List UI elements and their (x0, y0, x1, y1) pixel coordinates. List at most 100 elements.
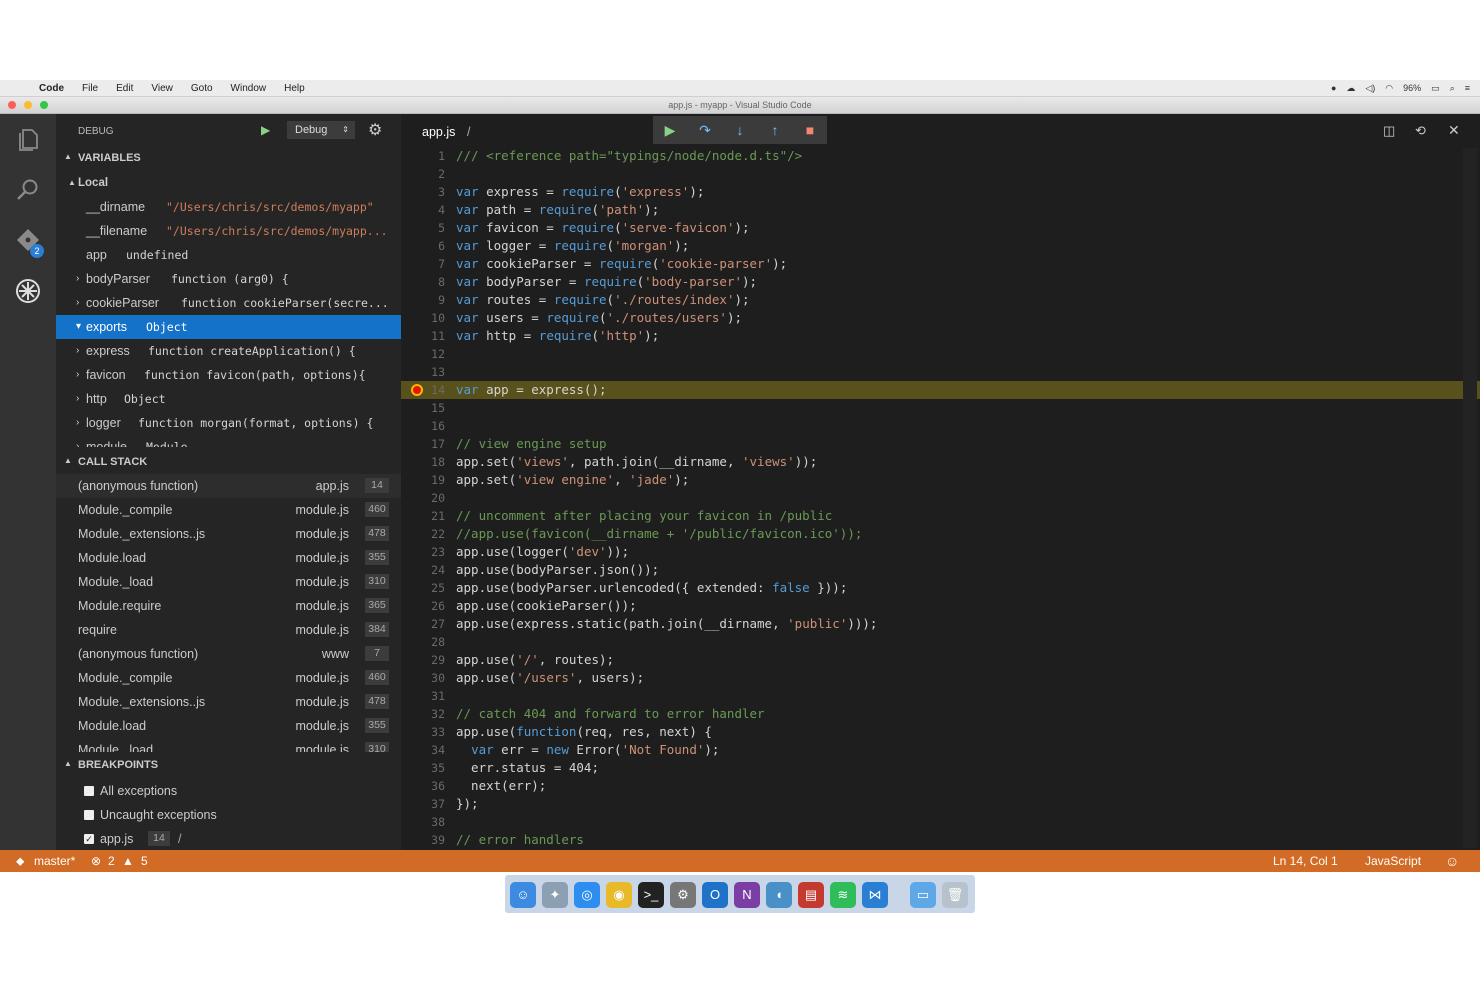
variable-row[interactable]: › module Module (56, 435, 401, 447)
code-line[interactable]: 9 var routes = require('./routes/index'); (401, 291, 1480, 309)
breakpoint-item[interactable]: Uncaught exceptions (56, 803, 401, 827)
breakpoint-checkbox[interactable] (84, 810, 94, 820)
vscode-icon[interactable]: ⋈ (862, 882, 888, 908)
start-debug-icon[interactable]: ▶ (261, 123, 270, 137)
status-icon[interactable]: ● (1331, 83, 1336, 93)
code-line[interactable]: 32 // catch 404 and forward to error hand… (401, 705, 1480, 723)
code-line[interactable]: 6 var logger = require('morgan'); (401, 237, 1480, 255)
volume-icon[interactable]: ◁) (1365, 83, 1375, 94)
code-line[interactable]: 29 app.use('/', routes); (401, 651, 1480, 669)
code-line[interactable]: 16 (401, 417, 1480, 435)
minimize-window-icon[interactable] (24, 101, 32, 109)
code-line[interactable]: 2 (401, 165, 1480, 183)
code-line[interactable]: 17 // view engine setup (401, 435, 1480, 453)
code-line[interactable]: 20 (401, 489, 1480, 507)
breakpoint-checkbox[interactable] (84, 786, 94, 796)
code-line[interactable]: 33 app.use(function(req, res, next) { (401, 723, 1480, 741)
callstack-frame[interactable]: require module.js 384 (56, 618, 401, 642)
variable-row[interactable]: app undefined (56, 243, 401, 267)
code-line[interactable]: 4 var path = require('path'); (401, 201, 1480, 219)
code-line[interactable]: 12 (401, 345, 1480, 363)
explorer-icon[interactable] (14, 128, 42, 156)
menu-help[interactable]: Help (275, 83, 314, 94)
error-count[interactable]: 2 (108, 850, 115, 872)
code-line[interactable]: 31 (401, 687, 1480, 705)
menu-goto[interactable]: Goto (182, 83, 222, 94)
battery-label[interactable]: 96% (1403, 83, 1421, 93)
breakpoints-section-header[interactable]: ▲ BREAKPOINTS (56, 759, 401, 779)
language-mode[interactable]: JavaScript (1365, 850, 1421, 872)
code-line[interactable]: 19 app.set('view engine', 'jade'); (401, 471, 1480, 489)
code-line[interactable]: 26 app.use(cookieParser()); (401, 597, 1480, 615)
scrollbar[interactable] (1463, 148, 1477, 848)
variable-row[interactable]: ▾ exports Object (56, 315, 401, 339)
menu-view[interactable]: View (142, 83, 182, 94)
code-line[interactable]: 11 var http = require('http'); (401, 327, 1480, 345)
presentation-icon[interactable]: ▤ (798, 882, 824, 908)
callstack-frame[interactable]: Module.require module.js 365 (56, 594, 401, 618)
git-branch[interactable]: master* (34, 850, 75, 872)
step-into-icon[interactable]: ↓ (729, 120, 751, 140)
callstack-frame[interactable]: Module._extensions..js module.js 478 (56, 690, 401, 714)
spotlight-icon[interactable]: ⌕ (1450, 83, 1455, 94)
trash-icon[interactable]: 🗑 (942, 882, 968, 908)
code-line[interactable]: 3 var express = require('express'); (401, 183, 1480, 201)
code-line[interactable]: 24 app.use(bodyParser.json()); (401, 561, 1480, 579)
callstack-frame[interactable]: Module._load module.js 310 (56, 738, 401, 752)
app-icon[interactable]: ◖ (766, 882, 792, 908)
variable-row[interactable]: › logger function morgan(format, options) … (56, 411, 401, 435)
code-line[interactable]: 22 //app.use(favicon(__dirname + '/public… (401, 525, 1480, 543)
step-over-icon[interactable]: ↷ (694, 120, 716, 140)
battery-icon[interactable]: ▭ (1431, 83, 1440, 94)
variable-row[interactable]: › cookieParser function cookieParser(secre… (56, 291, 401, 315)
code-line[interactable]: 18 app.set('views', path.join(__dirname, … (401, 453, 1480, 471)
menu-window[interactable]: Window (222, 83, 276, 94)
code-line[interactable]: 21 // uncomment after placing your favico… (401, 507, 1480, 525)
breakpoint-item[interactable]: All exceptions (56, 779, 401, 803)
code-line[interactable]: 13 (401, 363, 1480, 381)
code-line[interactable]: 25 app.use(bodyParser.urlencoded({ extend… (401, 579, 1480, 597)
variable-row[interactable]: › bodyParser function (arg0) { (56, 267, 401, 291)
code-line[interactable]: 35 err.status = 404; (401, 759, 1480, 777)
close-editor-icon[interactable]: ✕ (1448, 122, 1460, 139)
code-line[interactable]: 23 app.use(logger('dev')); (401, 543, 1480, 561)
callstack-frame[interactable]: Module._extensions..js module.js 478 (56, 522, 401, 546)
launchpad-icon[interactable]: ✦ (542, 882, 568, 908)
callstack-section-header[interactable]: ▲ CALL STACK (56, 456, 401, 476)
open-changes-icon[interactable]: ⟲ (1415, 123, 1426, 139)
close-window-icon[interactable] (8, 101, 16, 109)
folder-icon[interactable]: ▭ (910, 882, 936, 908)
feedback-smiley-icon[interactable]: ☺ (1445, 850, 1459, 872)
breakpoint-checkbox[interactable]: ✓ (84, 834, 94, 844)
code-line[interactable]: 37}); (401, 795, 1480, 813)
variable-row[interactable]: › favicon function favicon(path, options){ (56, 363, 401, 387)
search-icon[interactable] (14, 178, 42, 206)
code-line[interactable]: 1 /// <reference path="typings/node/node.… (401, 147, 1480, 165)
code-line[interactable]: 34 var err = new Error('Not Found'); (401, 741, 1480, 759)
cloud-icon[interactable]: ☁ (1346, 83, 1355, 94)
cursor-position[interactable]: Ln 14, Col 1 (1273, 850, 1338, 872)
scope-local[interactable]: ▲ Local (56, 171, 401, 195)
variable-row[interactable]: › http Object (56, 387, 401, 411)
callstack-frame[interactable]: (anonymous function) app.js 14 (56, 474, 401, 498)
wifi-icon[interactable]: ◠ (1385, 83, 1393, 94)
safari-icon[interactable]: ◎ (574, 882, 600, 908)
step-out-icon[interactable]: ↑ (764, 120, 786, 140)
spotify-icon[interactable]: ≋ (830, 882, 856, 908)
variable-row[interactable]: __filename "/Users/chris/src/demos/myapp.… (56, 219, 401, 243)
system-preferences-icon[interactable]: ⚙ (670, 882, 696, 908)
code-line[interactable]: 38 (401, 813, 1480, 831)
zoom-window-icon[interactable] (40, 101, 48, 109)
terminal-icon[interactable]: >_ (638, 882, 664, 908)
code-line[interactable]: 8 var bodyParser = require('body-parser')… (401, 273, 1480, 291)
variable-row[interactable]: › express function createApplication() { (56, 339, 401, 363)
callstack-frame[interactable]: Module._load module.js 310 (56, 570, 401, 594)
chrome-icon[interactable]: ◉ (606, 882, 632, 908)
code-line[interactable]: 27 app.use(express.static(path.join(__dir… (401, 615, 1480, 633)
callstack-frame[interactable]: (anonymous function) www 7 (56, 642, 401, 666)
code-line[interactable]: 7 var cookieParser = require('cookie-pars… (401, 255, 1480, 273)
callstack-frame[interactable]: Module._compile module.js 460 (56, 666, 401, 690)
variable-row[interactable]: __dirname "/Users/chris/src/demos/myapp" (56, 195, 401, 219)
debug-icon[interactable] (14, 278, 42, 306)
outlook-icon[interactable]: O (702, 882, 728, 908)
